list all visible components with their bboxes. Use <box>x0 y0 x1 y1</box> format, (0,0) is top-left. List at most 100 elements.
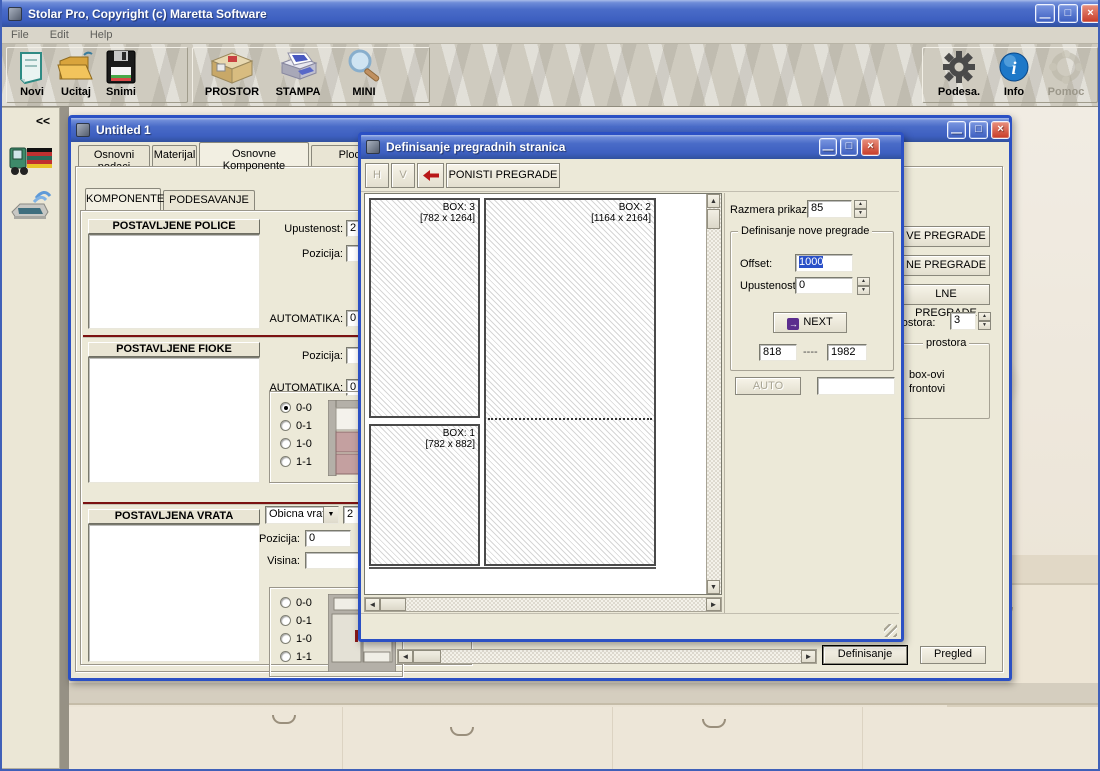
pomoc-button[interactable]: Pomoc <box>1040 49 1092 98</box>
red-back-arrow-icon <box>423 170 439 186</box>
app-titlebar: Stolar Pro, Copyright (c) Maretta Softwa… <box>2 0 1098 27</box>
canvas-hscroll-left-arrow[interactable]: ◄ <box>365 598 380 611</box>
vrata-radio-0-1[interactable]: 0-1 <box>280 615 312 627</box>
police-pozicija-label: Pozicija: <box>259 248 343 260</box>
untitled-maximize-button[interactable]: □ <box>969 121 988 139</box>
dialog-window-icon <box>366 140 380 154</box>
hscroll-right-arrow[interactable]: ► <box>801 650 816 663</box>
vrata-radio-1-0[interactable]: 1-0 <box>280 633 312 645</box>
dialog-upustenost-spinner[interactable]: ▲▼ <box>857 277 870 295</box>
horizontal-split-button[interactable]: H <box>365 163 389 188</box>
vrata-pozicija-field[interactable]: 0 <box>305 530 351 547</box>
auto-button[interactable]: AUTO <box>735 377 801 395</box>
box-2[interactable]: BOX: 2[1164 x 2164] <box>484 198 656 566</box>
fioke-listbox[interactable] <box>88 357 260 483</box>
room-3d-icon <box>200 49 264 85</box>
dropdown-arrow-icon[interactable]: ▼ <box>323 507 338 523</box>
canvas-hscroll-right-arrow[interactable]: ► <box>706 598 721 611</box>
nove-pregrade-button[interactable]: VE PREGRADE <box>902 226 990 247</box>
canvas-vertical-scrollbar[interactable]: ▲ ▼ <box>706 194 721 594</box>
untitled-window-icon <box>76 123 90 137</box>
main-horizontal-scrollbar[interactable]: ◄ ► <box>397 649 817 664</box>
vscroll-down-arrow[interactable]: ▼ <box>707 580 720 594</box>
fioke-radio-0-0[interactable]: 0-0 <box>280 402 312 414</box>
offset-label: Offset: <box>740 258 772 270</box>
podesa-button[interactable]: Podesa. <box>930 49 988 98</box>
vscroll-thumb[interactable] <box>707 209 720 229</box>
app-close-button[interactable]: × <box>1081 4 1100 23</box>
scanner-icon[interactable] <box>10 186 52 225</box>
police-listbox[interactable] <box>88 234 260 329</box>
menu-edit[interactable]: Edit <box>41 27 78 43</box>
mdi-client-area: << Untitled 1 — □ × Osnovni podaci Mater… <box>2 107 1098 769</box>
dialog-upustenost-field[interactable]: 0 <box>795 277 853 294</box>
canvas-horizontal-scrollbar[interactable]: ◄ ► <box>364 597 722 612</box>
nova-pregrada-group-title: Definisanje nove pregrade <box>738 225 872 237</box>
razmera-field[interactable]: 85 <box>807 200 852 218</box>
fioke-radio-0-1[interactable]: 0-1 <box>280 420 312 432</box>
pregled-button[interactable]: Pregled <box>920 646 986 664</box>
dialog-minimize-button[interactable]: — <box>819 138 837 156</box>
menu-help[interactable]: Help <box>81 27 122 43</box>
next-button[interactable]: →NEXT <box>773 312 847 333</box>
app-maximize-button[interactable]: □ <box>1058 4 1078 23</box>
tab-materijal[interactable]: Materijal <box>152 145 197 166</box>
dialog-close-button[interactable]: × <box>861 138 880 156</box>
hscroll-thumb[interactable] <box>413 650 441 663</box>
snimi-button[interactable]: Snimi <box>100 49 142 98</box>
dialog-maximize-button[interactable]: □ <box>840 138 858 156</box>
razmera-spinner[interactable]: ▲▼ <box>854 200 867 218</box>
dialog-resize-grip[interactable] <box>884 624 897 637</box>
undo-partition-button[interactable] <box>417 163 444 188</box>
info-button[interactable]: i Info <box>994 49 1034 98</box>
tab-osnovne-komponente[interactable]: Osnovne Komponente <box>199 142 309 166</box>
range-to-field[interactable]: 1982 <box>827 344 867 361</box>
magnifier-icon <box>338 49 390 85</box>
box-1[interactable]: BOX: 1[782 x 882] <box>369 424 480 566</box>
auto-field[interactable] <box>817 377 895 395</box>
stampa-button[interactable]: STAMPA <box>268 49 328 98</box>
pregrade-dialog: Definisanje pregradnih stranica — □ × H … <box>358 132 904 642</box>
untitled-minimize-button[interactable]: — <box>947 121 966 139</box>
menu-file[interactable]: File <box>2 27 38 43</box>
vrata-type-dropdown[interactable]: Obicna vrata ▼ <box>265 506 339 524</box>
box-3[interactable]: BOX: 3[782 x 1264] <box>369 198 480 418</box>
vrata-radio-0-0[interactable]: 0-0 <box>280 597 312 609</box>
prostora-group-title: prostora <box>923 337 969 349</box>
vrata-header: POSTAVLJENA VRATA <box>88 509 260 524</box>
tab-osnovni-podaci[interactable]: Osnovni podaci <box>78 145 150 166</box>
vrata-radio-1-1[interactable]: 1-1 <box>280 651 312 663</box>
tab-komponente[interactable]: KOMPONENTE <box>85 188 161 210</box>
definisanje-button[interactable]: Definisanje <box>823 646 907 664</box>
vrata-listbox[interactable] <box>88 524 260 662</box>
fioke-header: POSTAVLJENE FIOKE <box>88 342 260 357</box>
app-minimize-button[interactable]: — <box>1035 4 1055 23</box>
save-floppy-icon <box>100 49 142 85</box>
tab-podesavanje[interactable]: PODESAVANJE <box>163 190 255 210</box>
ucitaj-button[interactable]: Ucitaj <box>54 49 98 98</box>
offset-field[interactable]: 1000 <box>795 254 853 272</box>
ukloni-pregrade-button[interactable]: NE PREGRADE <box>902 255 990 276</box>
application-window: Stolar Pro, Copyright (c) Maretta Softwa… <box>0 0 1100 771</box>
vscroll-up-arrow[interactable]: ▲ <box>707 194 720 208</box>
untitled-close-button[interactable]: × <box>991 121 1010 139</box>
fioke-radio-1-0[interactable]: 1-0 <box>280 438 312 450</box>
canvas-hscroll-thumb[interactable] <box>380 598 406 611</box>
partition-canvas[interactable]: BOX: 3[782 x 1264] BOX: 2[1164 x 2164] B… <box>364 193 722 595</box>
fioke-radio-1-1[interactable]: 1-1 <box>280 456 312 468</box>
novi-button[interactable]: Novi <box>12 49 52 98</box>
sidebar-collapse-button[interactable]: << <box>31 112 55 130</box>
forklift-icon[interactable] <box>8 140 54 183</box>
prostor-button[interactable]: PROSTOR <box>200 49 264 98</box>
range-from-field[interactable]: 818 <box>759 344 797 361</box>
gear-icon <box>930 49 988 85</box>
prostora-field[interactable]: 3 <box>950 312 976 330</box>
vertikalne-pregrade-button[interactable]: LNE PREGRADE <box>902 284 990 305</box>
hscroll-left-arrow[interactable]: ◄ <box>398 650 413 663</box>
mini-button[interactable]: MINI <box>338 49 390 98</box>
vertical-split-button[interactable]: V <box>391 163 415 188</box>
vrata-pozicija-label: Pozicija: <box>256 533 300 545</box>
ponisti-pregrade-button[interactable]: PONISTI PREGRADE <box>446 163 560 188</box>
new-partition-dotted-line <box>488 418 652 420</box>
prostora-spinner[interactable]: ▲▼ <box>978 312 991 330</box>
